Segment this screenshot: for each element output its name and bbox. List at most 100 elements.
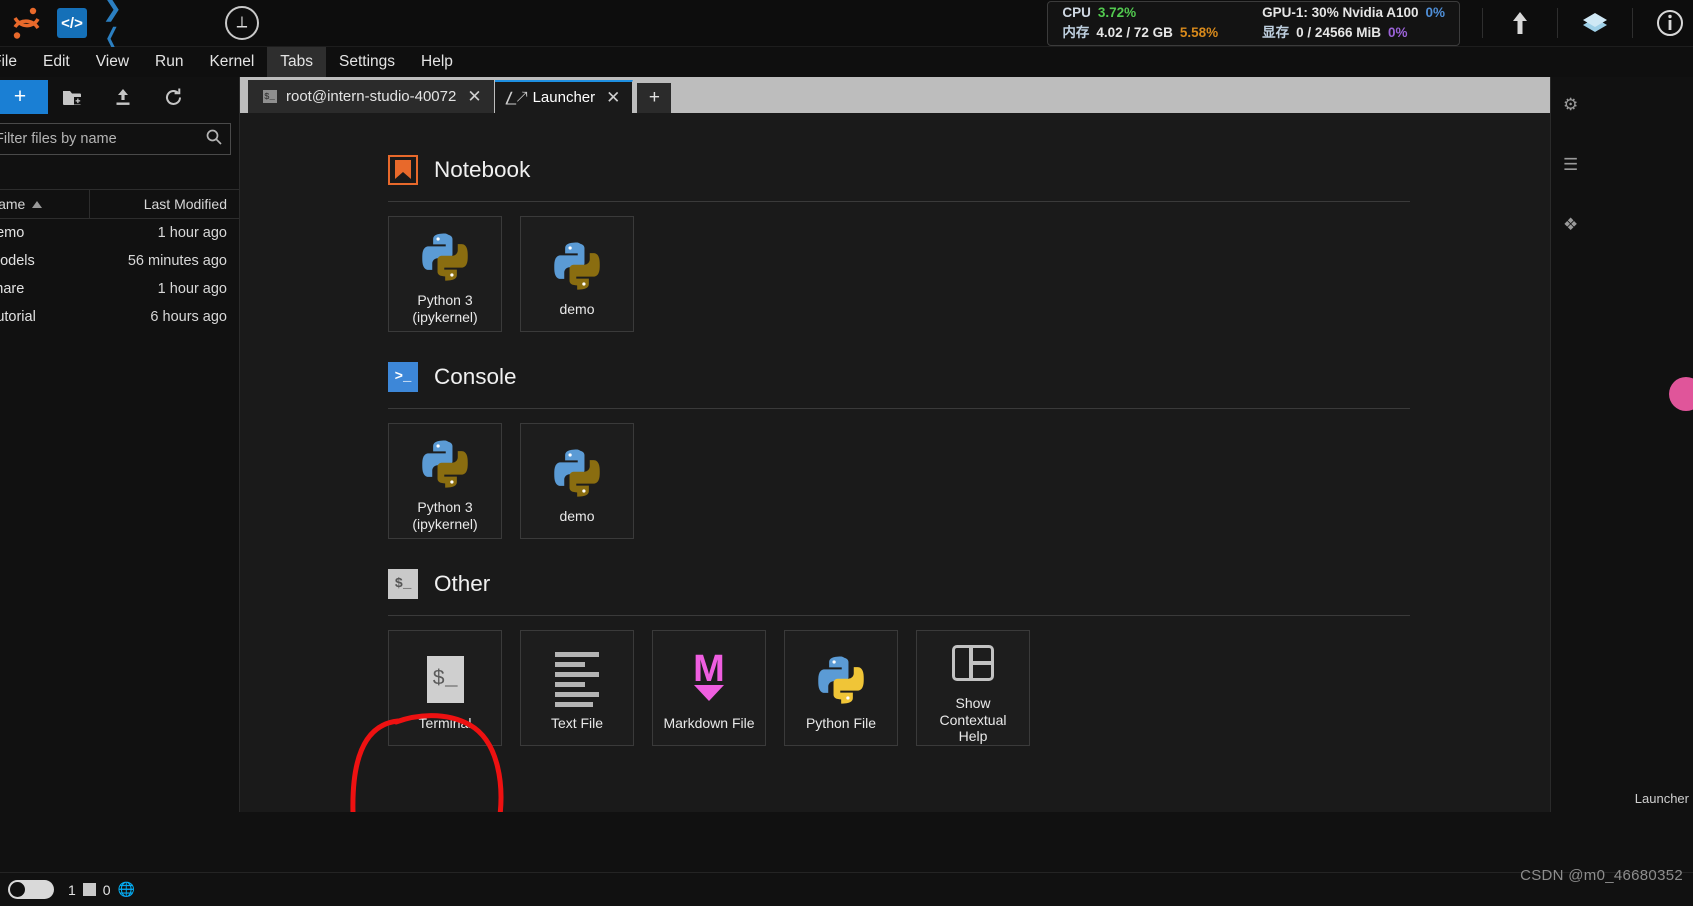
simple-mode-toggle[interactable]: [8, 880, 54, 899]
file-name: demo: [0, 225, 25, 241]
search-field[interactable]: [0, 131, 206, 147]
menu-edit[interactable]: Edit: [30, 47, 83, 77]
search-input[interactable]: [0, 123, 231, 155]
jupyterlab-window: </> ❯❬ ⟂ CPU 3.72% GPU-1: 30% Nvidia A10…: [0, 0, 1693, 906]
sort-ascending-icon[interactable]: [31, 196, 43, 212]
new-launcher-button[interactable]: +: [0, 80, 48, 114]
markdown-icon: M: [687, 650, 731, 709]
vram-percent: 0%: [1387, 24, 1408, 40]
breadcrumb[interactable]: /: [0, 155, 239, 189]
section-header-notebook: Notebook: [388, 155, 1550, 185]
menu-kernel[interactable]: Kernel: [196, 47, 267, 77]
cpu-label: CPU: [1062, 4, 1091, 20]
card-label: Markdown File: [663, 714, 755, 731]
section-header-console: >_ Console: [388, 362, 1550, 392]
new-folder-icon[interactable]: [48, 80, 98, 114]
cpu-value: 3.72%: [1097, 4, 1137, 20]
terminal-count-value: 1: [68, 881, 76, 898]
top-system-bar: </> ❯❬ ⟂ CPU 3.72% GPU-1: 30% Nvidia A10…: [0, 0, 1693, 51]
divider: [1557, 8, 1558, 38]
compass-icon[interactable]: ⟂: [220, 1, 264, 45]
csdn-watermark: CSDN @m0_46680352: [1520, 867, 1683, 884]
gpu-value: 0%: [1425, 4, 1445, 20]
system-monitor: CPU 3.72% GPU-1: 30% Nvidia A100 0% 内存 4…: [1047, 0, 1460, 46]
section-header-other: $_ Other: [388, 569, 1550, 599]
terminal-icon: [82, 883, 96, 896]
launcher-icon: ⎳↗: [505, 89, 527, 105]
menu-settings[interactable]: Settings: [326, 47, 408, 77]
file-name: Tutorial: [0, 309, 36, 325]
menu-help[interactable]: Help: [408, 47, 466, 77]
memory-label: 内存: [1062, 24, 1090, 40]
launcher-watermark: Launcher: [1634, 791, 1689, 806]
terminal-count[interactable]: 1 0 🌐: [68, 881, 135, 898]
refresh-icon[interactable]: [148, 80, 198, 114]
info-circle-icon[interactable]: [1647, 1, 1693, 45]
extension-icon[interactable]: ❖: [1563, 215, 1578, 235]
tab-label: root@intern-studio-40072: [286, 88, 457, 105]
menu-bar: File Edit View Run Kernel Tabs Settings …: [0, 47, 1693, 77]
status-bar: 1 0 🌐 CSDN @m0_46680352: [0, 867, 1693, 906]
vram-stat: 显存 0 / 24566 MiB 0%: [1262, 21, 1445, 41]
tab-terminal[interactable]: $_ root@intern-studio-40072 ✕: [248, 80, 495, 113]
layers-icon[interactable]: [1572, 1, 1618, 45]
file-browser-panel: + Filter files by name me Last Modified …: [0, 77, 240, 812]
search-icon[interactable]: [206, 129, 222, 150]
card-demo-notebook[interactable]: demo: [520, 216, 634, 332]
file-name: share: [0, 281, 25, 297]
file-list: demo 1 hour ago models 56 minutes ago sh…: [0, 219, 239, 331]
card-markdown-file[interactable]: M Markdown File: [652, 630, 766, 746]
upload-icon[interactable]: [1497, 1, 1543, 45]
tab-launcher[interactable]: ⎳↗ Launcher ✕: [494, 80, 634, 113]
list-item[interactable]: share 1 hour ago: [0, 275, 239, 303]
memory-stat: 内存 4.02 / 72 GB 5.58%: [1062, 21, 1218, 41]
launcher-body: Notebook Python 3 (ipykernel) demo >_ Co…: [240, 113, 1550, 812]
card-contextual-help[interactable]: Show Contextual Help: [916, 630, 1030, 746]
card-demo-console[interactable]: demo: [520, 423, 634, 539]
gpu-label: GPU-1: 30% Nvidia A100: [1262, 4, 1419, 20]
settings-gear-icon[interactable]: ⚙: [1563, 95, 1578, 115]
card-label: Show Contextual Help: [939, 695, 1007, 745]
card-text-file[interactable]: Text File: [520, 630, 634, 746]
card-terminal[interactable]: $_ Terminal: [388, 630, 502, 746]
column-header-name[interactable]: Name: [0, 196, 89, 212]
new-tab-button[interactable]: +: [637, 83, 672, 113]
terminal-prompt-icon: >_: [388, 362, 418, 392]
column-header-last-modified[interactable]: Last Modified: [89, 189, 239, 219]
file-modified: 6 hours ago: [150, 309, 227, 325]
menu-file[interactable]: File: [0, 47, 30, 77]
list-item[interactable]: models 56 minutes ago: [0, 247, 239, 275]
code-badge: </>: [57, 8, 87, 38]
card-python3-notebook[interactable]: Python 3 (ipykernel): [388, 216, 502, 332]
menu-view[interactable]: View: [83, 47, 142, 77]
card-python3-console[interactable]: Python 3 (ipykernel): [388, 423, 502, 539]
tab-bar: $_ root@intern-studio-40072 ✕ ⎳↗ Launche…: [240, 77, 1550, 113]
upload-icon[interactable]: [98, 80, 148, 114]
decorative-badge: [1669, 377, 1693, 411]
python-logo-icon: [419, 435, 471, 493]
list-item[interactable]: Tutorial 6 hours ago: [0, 303, 239, 331]
column-name-label: Name: [0, 196, 26, 212]
file-browser-toolbar: +: [0, 77, 239, 117]
memory-percent: 5.58%: [1179, 24, 1219, 40]
close-icon[interactable]: ✕: [606, 88, 620, 108]
close-icon[interactable]: ✕: [467, 87, 481, 107]
other-card-row: $_ Terminal Text File M Markdown File Py…: [388, 630, 1550, 746]
menu-run[interactable]: Run: [142, 47, 196, 77]
table-of-contents-icon[interactable]: ☰: [1563, 155, 1578, 175]
right-sidebar: ⚙ ☰ ❖ Launcher: [1550, 77, 1693, 812]
card-label: Python 3 (ipykernel): [412, 292, 478, 325]
console-card-row: Python 3 (ipykernel) demo: [388, 423, 1550, 539]
text-file-icon: [555, 651, 599, 709]
card-label: demo: [559, 300, 595, 317]
menu-tabs[interactable]: Tabs: [267, 47, 327, 77]
jupyter-logo-icon[interactable]: [4, 1, 48, 45]
divider: [388, 201, 1410, 202]
file-modified: 56 minutes ago: [127, 253, 227, 269]
card-label: Text File: [550, 714, 604, 731]
list-item[interactable]: demo 1 hour ago: [0, 219, 239, 247]
section-title: Console: [434, 364, 517, 389]
vscode-icon[interactable]: ❯❬: [96, 0, 140, 51]
card-python-file[interactable]: Python File: [784, 630, 898, 746]
code-brackets-icon[interactable]: </>: [50, 1, 94, 45]
